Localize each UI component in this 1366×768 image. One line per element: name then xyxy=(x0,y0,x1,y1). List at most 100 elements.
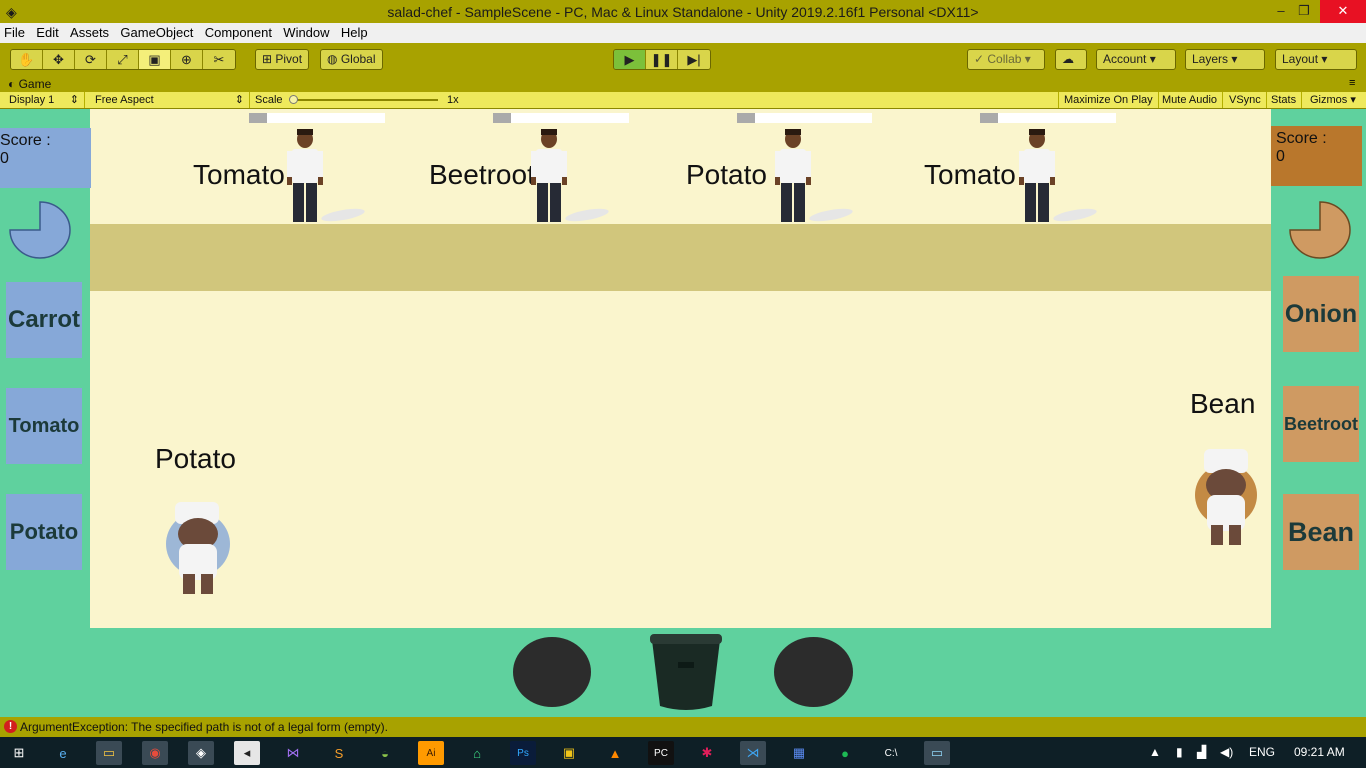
transform-tool-icon[interactable]: ⊕ xyxy=(171,50,203,69)
toolbar: ✋ ✥ ⟳ ⤢ ▣ ⊕ ✂ ⊞ Pivot ◍ Global ▶ ❚❚ ▶| ✓… xyxy=(0,43,1366,77)
error-icon: ! xyxy=(4,720,17,733)
spotify-icon[interactable]: ● xyxy=(832,741,858,765)
pivot-label: Pivot xyxy=(275,52,303,66)
hand-tool-icon[interactable]: ✋ xyxy=(11,50,43,69)
game-tab-title: Game xyxy=(18,77,52,91)
custom-tool-icon[interactable]: ✂ xyxy=(203,50,235,69)
menu-window[interactable]: Window xyxy=(279,23,333,40)
scale-slider-handle[interactable] xyxy=(289,95,298,104)
vscode-icon[interactable]: ⋊ xyxy=(740,741,766,765)
android-studio-icon[interactable]: ◒ xyxy=(372,741,398,765)
vegetable-tomato-p1[interactable]: Tomato xyxy=(6,388,82,464)
cloud-button[interactable]: ☁ xyxy=(1055,49,1087,70)
aspect-dropdown[interactable]: Free Aspect ⇕ xyxy=(90,92,250,108)
command-prompt-icon[interactable]: C:\ xyxy=(878,741,904,765)
rotate-tool-icon[interactable]: ⟳ xyxy=(75,50,107,69)
console-status-bar[interactable]: ! ArgumentException: The specified path … xyxy=(0,717,1366,737)
player2-score-value: 0 xyxy=(1276,148,1285,165)
volume-icon[interactable]: ◀) xyxy=(1220,745,1233,759)
customer-3-patience-bar xyxy=(737,113,872,123)
rect-tool-icon[interactable]: ▣ xyxy=(139,50,171,69)
menu-component[interactable]: Component xyxy=(201,23,276,40)
menu-gameobject[interactable]: GameObject xyxy=(116,23,197,40)
layers-dropdown[interactable]: Layers ▾ xyxy=(1185,49,1265,70)
vegetable-beetroot-p2[interactable]: Beetroot xyxy=(1283,386,1359,462)
plate-1-icon xyxy=(321,208,365,222)
scale-value: 1x xyxy=(447,94,459,106)
game-tab-label[interactable]: ◐ Game xyxy=(8,77,51,91)
pause-icon[interactable]: ❚❚ xyxy=(646,50,678,69)
window-app-icon[interactable]: ▭ xyxy=(924,741,950,765)
mute-audio-toggle[interactable]: Mute Audio xyxy=(1157,92,1224,108)
vegetable-potato-p1[interactable]: Potato xyxy=(6,494,82,570)
unity-icon[interactable]: ◈ xyxy=(188,741,214,765)
illustrator-icon[interactable]: Ai xyxy=(418,741,444,765)
photoshop-icon[interactable]: Ps xyxy=(510,741,536,765)
windows-start-icon[interactable]: ⊞ xyxy=(6,741,32,765)
customer-4-order: Tomato xyxy=(924,159,1016,190)
visual-studio-icon[interactable]: ⋈ xyxy=(280,741,306,765)
close-button[interactable]: ✕ xyxy=(1320,0,1366,23)
customer-2-patience-fill xyxy=(493,113,511,123)
file-explorer-icon[interactable]: ▭ xyxy=(96,741,122,765)
maximize-button[interactable]: ❐ xyxy=(1289,0,1319,23)
move-tool-icon[interactable]: ✥ xyxy=(43,50,75,69)
gizmos-dropdown[interactable]: Gizmos ▾ xyxy=(1305,92,1363,108)
check-icon: ✓ xyxy=(974,52,988,66)
sandbox-icon[interactable]: ▣ xyxy=(556,741,582,765)
aspect-chevron-icon: ⇕ xyxy=(234,94,244,106)
display-dropdown[interactable]: Display 1 ⇕ xyxy=(4,92,85,108)
book-icon[interactable]: ▦ xyxy=(786,741,812,765)
tray-expand-icon[interactable]: ▲ xyxy=(1149,745,1161,759)
battery-icon[interactable]: ▮ xyxy=(1176,745,1183,759)
vegetable-bean-p2[interactable]: Bean xyxy=(1283,494,1359,570)
player1-timer-icon xyxy=(9,201,71,259)
customer-3-order: Potato xyxy=(686,159,767,190)
language-indicator[interactable]: ENG xyxy=(1249,745,1275,759)
player2-score-label: Score : xyxy=(1276,130,1327,147)
plate-right[interactable] xyxy=(774,637,853,707)
vegetable-carrot-p1[interactable]: Carrot xyxy=(6,282,82,358)
layout-dropdown[interactable]: Layout ▾ xyxy=(1275,49,1357,70)
global-toggle[interactable]: ◍ Global xyxy=(320,49,383,70)
menu-edit[interactable]: Edit xyxy=(32,23,62,40)
customer-2-patience-bar xyxy=(493,113,629,123)
internet-explorer-icon[interactable]: e xyxy=(50,741,76,765)
vlc-icon[interactable]: ▲ xyxy=(602,741,628,765)
layout-label: Layout xyxy=(1282,52,1319,66)
game-viewport[interactable]: Tomato Beetroot Potato Tomato Score : 0 … xyxy=(0,109,1366,717)
customer-1-patience-fill xyxy=(249,113,267,123)
transform-tools: ✋ ✥ ⟳ ⤢ ▣ ⊕ ✂ xyxy=(10,49,236,70)
trash-can-icon[interactable] xyxy=(648,632,724,712)
play-icon[interactable]: ▶ xyxy=(614,50,646,69)
chrome-icon[interactable]: ◉ xyxy=(142,741,168,765)
maximize-on-play-toggle[interactable]: Maximize On Play xyxy=(1058,92,1159,108)
vegetable-onion-p2[interactable]: Onion xyxy=(1283,276,1359,352)
scale-slider-track[interactable] xyxy=(293,99,438,101)
customer-4-patience-fill xyxy=(980,113,998,123)
pycharm-icon[interactable]: PC xyxy=(648,741,674,765)
slack-icon[interactable]: ✱ xyxy=(694,741,720,765)
unity-hub-icon[interactable]: ◂ xyxy=(234,741,260,765)
clock[interactable]: 09:21 AM xyxy=(1294,745,1345,759)
player2-chef-sprite xyxy=(1195,449,1257,545)
scale-tool-icon[interactable]: ⤢ xyxy=(107,50,139,69)
tab-menu-icon[interactable]: ≡ xyxy=(1349,77,1355,89)
player1-score-label: Score : xyxy=(0,132,51,149)
android-icon[interactable]: ⌂ xyxy=(464,741,490,765)
pivot-toggle[interactable]: ⊞ Pivot xyxy=(255,49,310,70)
player2-timer-icon xyxy=(1289,201,1351,259)
plate-4-icon xyxy=(1053,208,1097,222)
network-icon[interactable]: ▟ xyxy=(1197,745,1206,759)
vsync-toggle[interactable]: VSync xyxy=(1224,92,1267,108)
stats-toggle[interactable]: Stats xyxy=(1266,92,1303,108)
menu-file[interactable]: File xyxy=(0,23,29,40)
plate-left[interactable] xyxy=(513,637,591,707)
account-dropdown[interactable]: Account ▾ xyxy=(1096,49,1176,70)
collab-dropdown[interactable]: ✓ Collab ▾ xyxy=(967,49,1045,70)
menu-assets[interactable]: Assets xyxy=(66,23,113,40)
serving-counter xyxy=(90,224,1271,291)
menu-help[interactable]: Help xyxy=(337,23,372,40)
step-icon[interactable]: ▶| xyxy=(678,50,710,69)
sublime-text-icon[interactable]: S xyxy=(326,741,352,765)
